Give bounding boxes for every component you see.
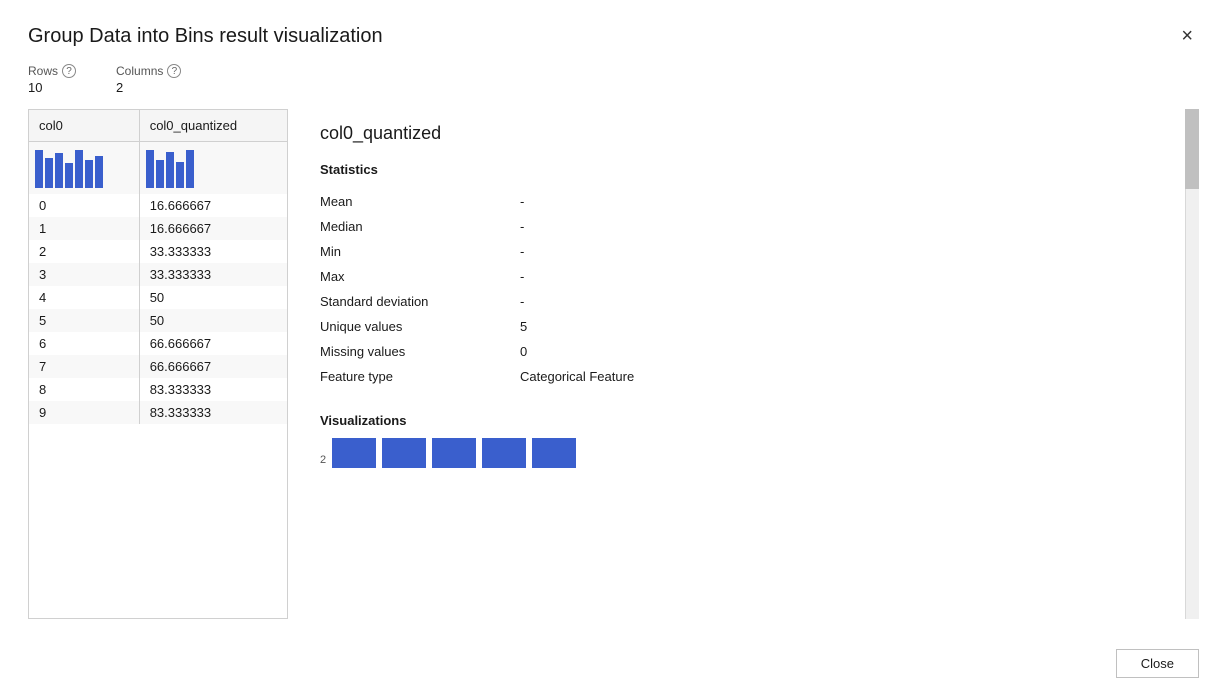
- stat-label: Median: [320, 214, 520, 239]
- row-index: 9: [29, 401, 139, 424]
- statistics-section-title: Statistics: [320, 162, 1175, 177]
- table-row: 7 66.666667: [29, 355, 287, 378]
- table-row: 6 66.666667: [29, 332, 287, 355]
- stats-row: Min-: [320, 239, 1175, 264]
- columns-meta: Columns ? 2: [116, 64, 181, 95]
- viz-bar: [332, 438, 376, 468]
- col0-header: col0: [29, 110, 139, 142]
- viz-bar-top-label: 2: [320, 454, 326, 466]
- modal-footer: Close: [28, 639, 1199, 678]
- stat-label: Feature type: [320, 364, 520, 389]
- table-row: 5 50: [29, 309, 287, 332]
- row-value: 33.333333: [139, 263, 287, 286]
- viz-bar-chart: 2: [320, 438, 1175, 472]
- row-index: 1: [29, 217, 139, 240]
- row-value: 50: [139, 309, 287, 332]
- row-index: 0: [29, 194, 139, 217]
- row-value: 50: [139, 286, 287, 309]
- stat-value: -: [520, 239, 1175, 264]
- scrollbar-track[interactable]: [1185, 109, 1199, 619]
- row-value: 66.666667: [139, 355, 287, 378]
- stat-label: Min: [320, 239, 520, 264]
- stat-value: -: [520, 189, 1175, 214]
- stats-row: Missing values0: [320, 339, 1175, 364]
- table-row: 1 16.666667: [29, 217, 287, 240]
- table-row: 9 83.333333: [29, 401, 287, 424]
- row-value: 66.666667: [139, 332, 287, 355]
- row-value: 33.333333: [139, 240, 287, 263]
- close-button[interactable]: Close: [1116, 649, 1199, 678]
- row-index: 5: [29, 309, 139, 332]
- table-row: 0 16.666667: [29, 194, 287, 217]
- row-index: 2: [29, 240, 139, 263]
- stats-row: Max-: [320, 264, 1175, 289]
- stat-value: 0: [520, 339, 1175, 364]
- row-value: 83.333333: [139, 378, 287, 401]
- table-row: 2 33.333333: [29, 240, 287, 263]
- content-area: col0 col0_quantized: [28, 109, 1199, 619]
- data-table-panel: col0 col0_quantized: [28, 109, 288, 619]
- row-value: 83.333333: [139, 401, 287, 424]
- table-row: 4 50: [29, 286, 287, 309]
- statistics-panel: col0_quantized Statistics Mean-Median-Mi…: [288, 109, 1199, 619]
- col0-mini-chart: [35, 148, 133, 188]
- chart-row: [29, 142, 287, 195]
- col0q-header: col0_quantized: [139, 110, 287, 142]
- stat-value: -: [520, 214, 1175, 239]
- stat-value: -: [520, 289, 1175, 314]
- stat-label: Unique values: [320, 314, 520, 339]
- stat-value: 5: [520, 314, 1175, 339]
- stat-label: Standard deviation: [320, 289, 520, 314]
- row-index: 7: [29, 355, 139, 378]
- table-row: 8 83.333333: [29, 378, 287, 401]
- stat-value: -: [520, 264, 1175, 289]
- row-index: 8: [29, 378, 139, 401]
- column-title: col0_quantized: [320, 123, 1175, 144]
- row-index: 4: [29, 286, 139, 309]
- visualizations-section: Visualizations 2: [320, 413, 1175, 472]
- stats-row: Feature typeCategorical Feature: [320, 364, 1175, 389]
- viz-bar: [432, 438, 476, 468]
- close-x-button[interactable]: ×: [1175, 24, 1199, 48]
- rows-label: Rows ?: [28, 64, 76, 78]
- row-index: 3: [29, 263, 139, 286]
- columns-label: Columns ?: [116, 64, 181, 78]
- viz-bar: [482, 438, 526, 468]
- viz-bar: [382, 438, 426, 468]
- stats-row: Median-: [320, 214, 1175, 239]
- columns-value: 2: [116, 80, 181, 95]
- col0q-mini-chart: [146, 148, 281, 188]
- stat-label: Max: [320, 264, 520, 289]
- stats-row: Standard deviation-: [320, 289, 1175, 314]
- stats-table: Mean-Median-Min-Max-Standard deviation-U…: [320, 189, 1175, 389]
- row-value: 16.666667: [139, 217, 287, 240]
- stat-label: Missing values: [320, 339, 520, 364]
- scrollbar-thumb[interactable]: [1185, 109, 1199, 189]
- row-value: 16.666667: [139, 194, 287, 217]
- modal-container: Group Data into Bins result visualizatio…: [0, 0, 1227, 698]
- rows-help-icon[interactable]: ?: [62, 64, 76, 78]
- rows-value: 10: [28, 80, 76, 95]
- row-index: 6: [29, 332, 139, 355]
- data-table: col0 col0_quantized: [29, 110, 287, 424]
- stats-row: Mean-: [320, 189, 1175, 214]
- modal-header: Group Data into Bins result visualizatio…: [28, 24, 1199, 48]
- stat-label: Mean: [320, 189, 520, 214]
- viz-bar: [532, 438, 576, 468]
- table-row: 3 33.333333: [29, 263, 287, 286]
- modal-title: Group Data into Bins result visualizatio…: [28, 25, 383, 48]
- columns-help-icon[interactable]: ?: [167, 64, 181, 78]
- meta-row: Rows ? 10 Columns ? 2: [28, 64, 1199, 95]
- stats-row: Unique values5: [320, 314, 1175, 339]
- visualizations-section-title: Visualizations: [320, 413, 1175, 428]
- stat-value: Categorical Feature: [520, 364, 1175, 389]
- rows-meta: Rows ? 10: [28, 64, 76, 95]
